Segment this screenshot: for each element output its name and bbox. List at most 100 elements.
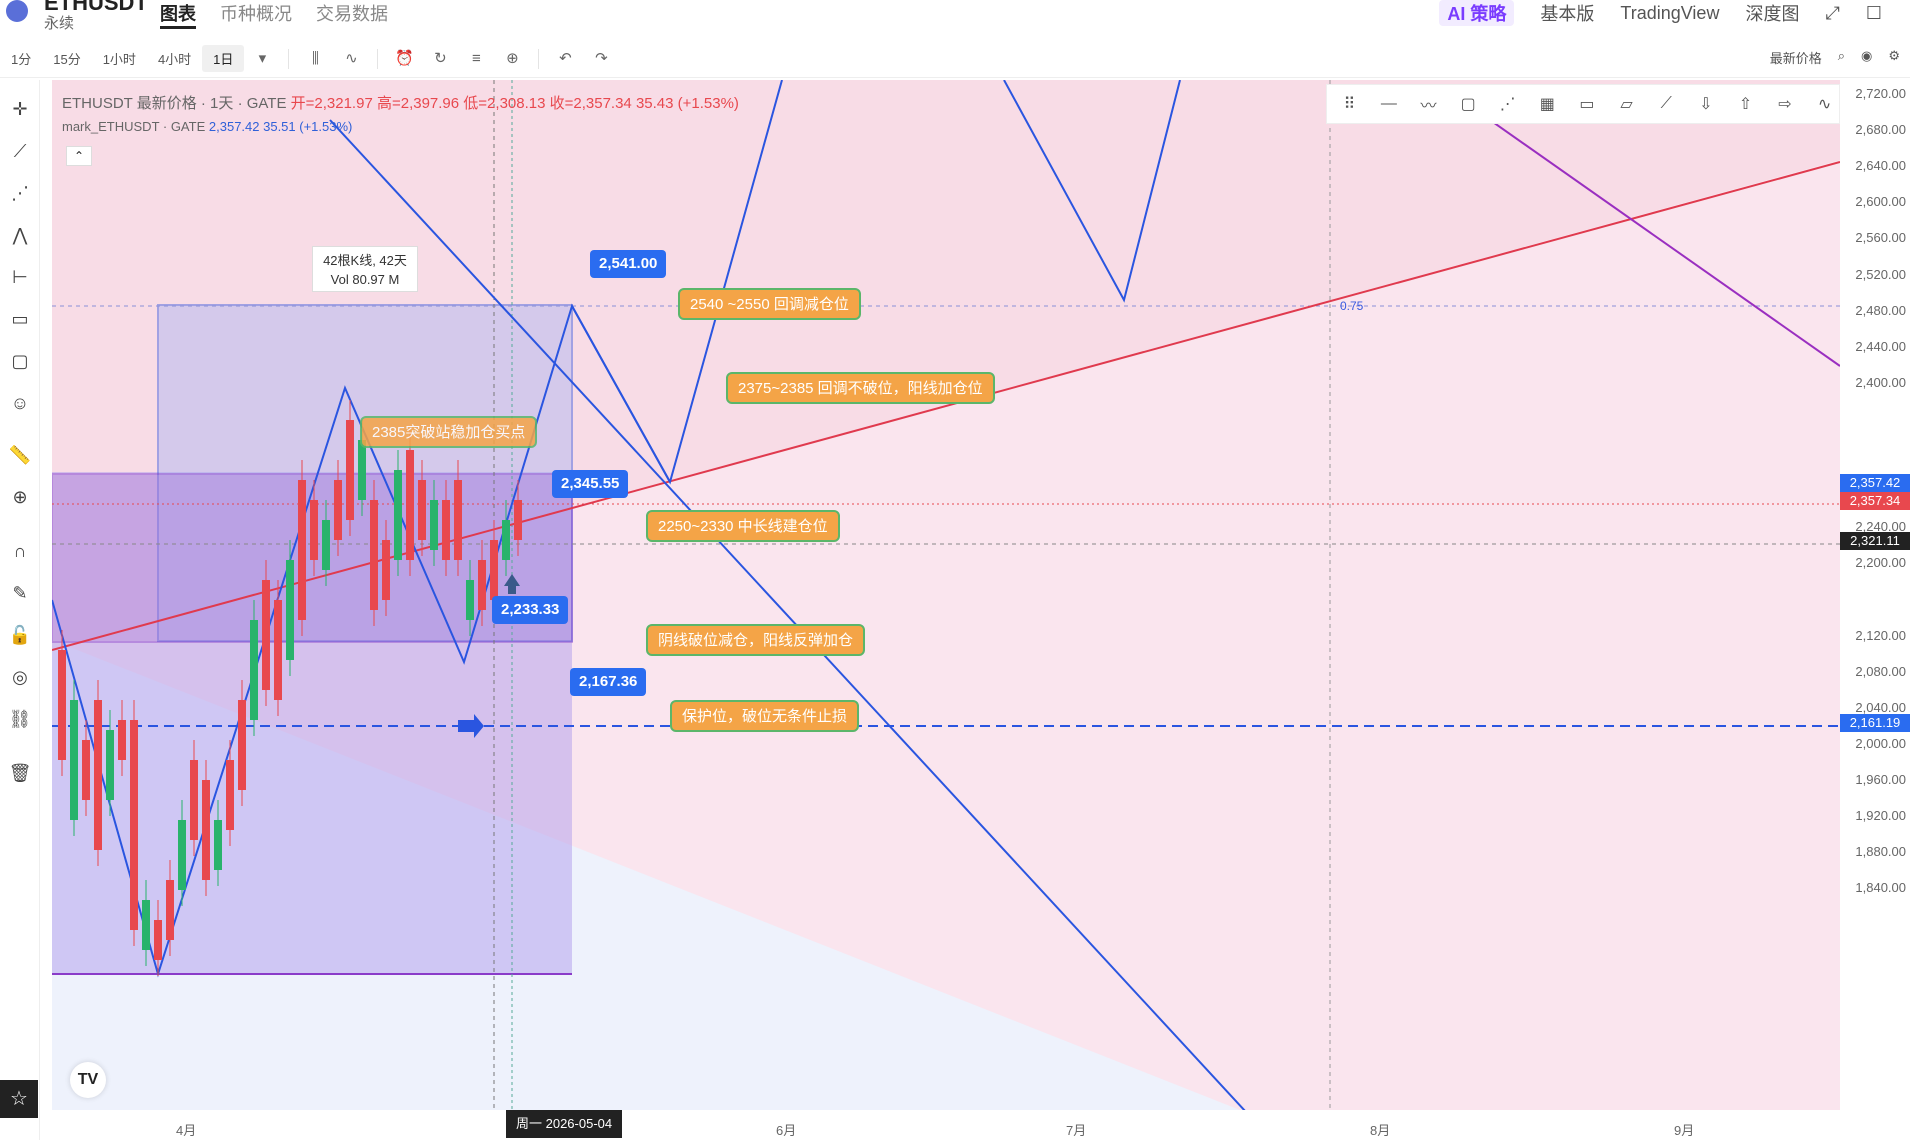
toolbar-right: 最新价格 ⌕ ◉ ⚙ xyxy=(1770,48,1900,67)
candle-body xyxy=(250,620,258,720)
path-icon[interactable]: ⟋ xyxy=(1652,95,1681,113)
tab-trade-data[interactable]: 交易数据 xyxy=(316,0,388,29)
crosshair-icon[interactable]: ✛ xyxy=(7,96,33,122)
redo-icon[interactable]: ↷ xyxy=(591,49,611,69)
price-tick: 2,720.00 xyxy=(1855,86,1906,101)
ai-strategy-button[interactable]: AI 策略 xyxy=(1439,0,1515,26)
template-icon[interactable]: ≡ xyxy=(466,49,486,69)
eye-icon[interactable]: ◎ xyxy=(7,664,33,690)
time-axis[interactable]: 4月 6月 7月 8月 9月 周一 2026-05-04 xyxy=(52,1110,1840,1140)
note-add-2375[interactable]: 2375~2385 回调不破位，阳线加仓位 xyxy=(726,372,995,404)
candle-body xyxy=(334,480,342,540)
price-axis[interactable]: 2,720.00 2,680.00 2,640.00 2,600.00 2,560.00… xyxy=(1840,80,1910,1110)
candle-body xyxy=(454,480,462,560)
note-stop-loss[interactable]: 保护位，破位无条件止损 xyxy=(670,700,860,732)
camera-icon[interactable]: ◉ xyxy=(1861,48,1872,67)
tab-chart[interactable]: 图表 xyxy=(160,0,196,29)
depth-chart-tab[interactable]: 深度图 xyxy=(1745,0,1799,26)
price-tick: 1,960.00 xyxy=(1855,771,1906,787)
collapse-legend-button[interactable]: ⌃ xyxy=(66,146,92,166)
divider xyxy=(538,48,540,69)
tf-1m[interactable]: 1分 xyxy=(0,45,42,72)
candle-body xyxy=(202,780,210,880)
note-build-2250[interactable]: 2250~2330 中长线建仓位 xyxy=(646,510,840,542)
rectangle-icon[interactable]: ▭ xyxy=(7,306,33,332)
candle-body xyxy=(106,730,114,800)
replay-icon[interactable]: ↻ xyxy=(430,49,450,69)
floating-draw-toolbar: ⠿ — 〰 ▢ ⋰ ▦ ▭ ▱ ⟋ ⇩ ⇧ ⇨ ∿ xyxy=(1326,84,1840,124)
candle-body xyxy=(142,900,150,950)
price-tick: 2,200.00 xyxy=(1855,555,1906,571)
legend-low: 低=2,308.13 xyxy=(463,95,546,112)
tf-4h[interactable]: 4小时 xyxy=(147,45,202,72)
trash-icon[interactable]: 🗑 xyxy=(7,760,33,786)
search-icon[interactable]: ⌕ xyxy=(1838,48,1845,67)
price-tick: 2,000.00 xyxy=(1855,735,1906,751)
note-reduce-2540[interactable]: 2540 ~2550 回调减仓位 xyxy=(678,288,861,320)
rect-icon[interactable]: ▢ xyxy=(1454,94,1483,114)
tradingview-tab[interactable]: TradingView xyxy=(1620,3,1719,24)
drag-handle-icon[interactable]: ⠿ xyxy=(1335,94,1364,114)
candle-body xyxy=(322,520,330,570)
pencil-lock-icon[interactable]: ✎ xyxy=(7,580,33,606)
price-type-select[interactable]: 最新价格 xyxy=(1770,48,1822,67)
candle-type-icon[interactable]: ⫼ xyxy=(305,49,325,69)
measure-range-icon[interactable]: ⊢ xyxy=(7,264,33,290)
candle-body xyxy=(466,580,474,620)
divider xyxy=(377,48,379,69)
time-tick-jun: 6月 xyxy=(776,1123,797,1138)
tf-1d[interactable]: 1日 xyxy=(202,45,245,72)
indicators-icon[interactable]: ∿ xyxy=(341,49,361,69)
zoom-icon[interactable]: ⊕ xyxy=(7,484,33,510)
trend-line-icon[interactable]: ⟋ xyxy=(7,138,33,164)
horizontal-line-icon[interactable]: — xyxy=(1375,95,1404,113)
price-tick: 2,480.00 xyxy=(1855,302,1906,318)
magnet-icon[interactable]: ∩ xyxy=(7,538,33,564)
mark-series-title: mark_ETHUSDT · GATE xyxy=(62,119,206,134)
ruler-icon[interactable]: 📏 xyxy=(7,442,33,468)
lock-icon[interactable]: 🔓 xyxy=(7,622,33,648)
wave-icon[interactable]: ∿ xyxy=(1810,94,1839,114)
arrow-up-icon[interactable]: ⇧ xyxy=(1731,94,1760,114)
legend-series-title: ETHUSDT 最新价格 · 1天 · GATE xyxy=(62,95,287,112)
price-tag-2167[interactable]: 2,167.36 xyxy=(570,668,647,696)
emoji-icon[interactable]: ☺ xyxy=(7,390,33,416)
dropdown-caret-icon[interactable]: ▾ xyxy=(252,49,272,69)
tab-overview[interactable]: 币种概况 xyxy=(220,0,292,29)
polyline-icon[interactable]: 〰 xyxy=(1414,92,1443,116)
arrow-down-icon[interactable]: ⇩ xyxy=(1691,94,1720,114)
comment-icon[interactable]: ▱ xyxy=(1612,94,1641,114)
fib-label: 0.75 xyxy=(1340,299,1364,313)
alert-icon[interactable]: ⏰ xyxy=(394,49,414,69)
basic-view-tab[interactable]: 基本版 xyxy=(1540,0,1594,26)
candle-body xyxy=(346,420,354,520)
text-note-icon[interactable]: ▢ xyxy=(7,348,33,374)
legend-close: 收=2,357.34 35.43 (+1.53%) xyxy=(549,95,739,112)
fan-icon[interactable]: ⋰ xyxy=(1493,94,1522,114)
price-tag-2233[interactable]: 2,233.33 xyxy=(492,596,569,624)
settings-icon[interactable]: ⚙ xyxy=(1888,48,1900,67)
divider xyxy=(288,48,290,69)
tf-15m[interactable]: 15分 xyxy=(42,45,91,72)
note-breakout-2385[interactable]: 2385突破站稳加仓买点 xyxy=(360,416,538,448)
pattern-icon[interactable]: ⋀ xyxy=(7,222,33,248)
link-icon[interactable]: ⛓ xyxy=(7,706,33,732)
arrow-right-icon[interactable]: ⇨ xyxy=(1771,94,1800,114)
window-icon[interactable]: ☐ xyxy=(1866,3,1882,24)
add-icon[interactable]: ⊕ xyxy=(502,49,522,69)
grid-icon[interactable]: ▦ xyxy=(1533,94,1562,114)
expand-icon[interactable]: ⤢ xyxy=(1825,3,1839,24)
chart-canvas[interactable]: 0.75 xyxy=(52,80,1840,1110)
callout-icon[interactable]: ▭ xyxy=(1573,94,1602,114)
crosshair-date-label: 周一 2026-05-04 xyxy=(506,1110,623,1138)
fib-fan-icon[interactable]: ⋰ xyxy=(7,180,33,206)
candle-body xyxy=(310,500,318,560)
price-tag-2541[interactable]: 2,541.00 xyxy=(590,250,667,278)
tf-1h[interactable]: 1小时 xyxy=(92,45,147,72)
favorite-star-icon[interactable]: ☆ xyxy=(0,1080,38,1118)
price-tag-2345[interactable]: 2,345.55 xyxy=(552,470,629,498)
candle-body xyxy=(490,540,498,600)
note-bear-bull[interactable]: 阴线破位减仓，阳线反弹加仓 xyxy=(646,624,866,656)
undo-icon[interactable]: ↶ xyxy=(555,49,575,69)
candle-body xyxy=(190,760,198,840)
